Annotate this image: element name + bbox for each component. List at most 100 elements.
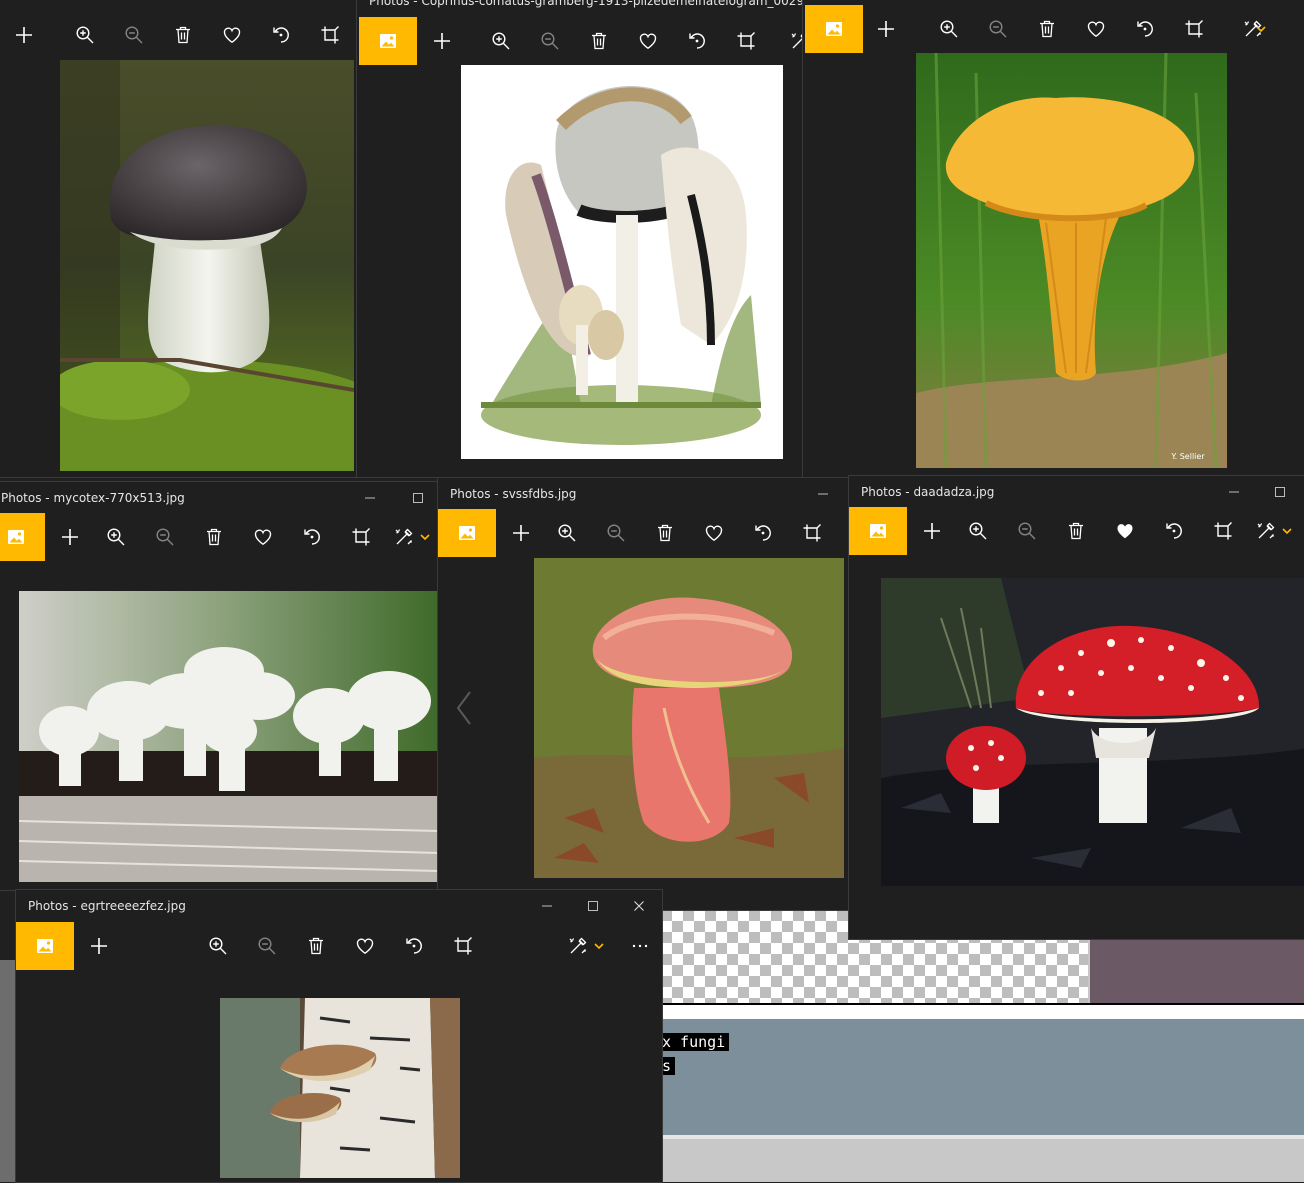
maximize-button[interactable] bbox=[1257, 476, 1303, 508]
zoom-out-button[interactable] bbox=[1002, 507, 1051, 555]
crop-icon bbox=[453, 936, 473, 956]
previous-photo-button[interactable] bbox=[452, 688, 476, 728]
gallery-icon bbox=[6, 527, 26, 547]
photo-chanterelle: Y. Sellier bbox=[916, 53, 1227, 468]
maximize-icon bbox=[412, 492, 424, 504]
rotate-button[interactable] bbox=[256, 11, 305, 59]
favorite-button[interactable] bbox=[207, 11, 256, 59]
favorite-button[interactable] bbox=[238, 513, 287, 561]
gallery-button[interactable] bbox=[849, 507, 907, 555]
photos-window-3: Y. Sellier bbox=[802, 0, 1304, 478]
zoom-out-button[interactable] bbox=[591, 509, 640, 557]
zoom-in-button[interactable] bbox=[60, 11, 109, 59]
zoom-in-icon bbox=[75, 25, 95, 45]
add-button[interactable] bbox=[417, 17, 466, 65]
gallery-icon bbox=[824, 19, 844, 39]
delete-button[interactable] bbox=[158, 11, 207, 59]
zoom-out-button[interactable] bbox=[140, 513, 189, 561]
zoom-in-icon bbox=[208, 936, 228, 956]
rotate-button[interactable] bbox=[1120, 5, 1169, 53]
delete-button[interactable] bbox=[640, 509, 689, 557]
crop-button[interactable] bbox=[336, 513, 385, 561]
zoom-in-button[interactable] bbox=[91, 513, 140, 561]
delete-button[interactable] bbox=[291, 922, 340, 970]
zoom-in-button[interactable] bbox=[542, 509, 591, 557]
add-button[interactable] bbox=[0, 11, 48, 59]
edit-icon bbox=[1256, 521, 1276, 541]
add-button[interactable] bbox=[496, 509, 545, 557]
add-button[interactable] bbox=[907, 507, 956, 555]
minimize-button[interactable] bbox=[347, 482, 393, 514]
rotate-button[interactable] bbox=[287, 513, 336, 561]
zoom-out-icon bbox=[540, 31, 560, 51]
add-button[interactable] bbox=[861, 5, 910, 53]
minimize-button[interactable] bbox=[800, 478, 846, 510]
maximize-icon bbox=[587, 900, 599, 912]
zoom-out-button[interactable] bbox=[525, 17, 574, 65]
delete-button[interactable] bbox=[574, 17, 623, 65]
add-button[interactable] bbox=[74, 922, 123, 970]
rotate-icon bbox=[302, 527, 322, 547]
favorite-icon bbox=[638, 31, 658, 51]
gallery-icon bbox=[35, 936, 55, 956]
zoom-in-button[interactable] bbox=[953, 507, 1002, 555]
zoom-out-button[interactable] bbox=[109, 11, 158, 59]
edit-dropdown-button[interactable] bbox=[1277, 507, 1297, 555]
crop-button[interactable] bbox=[438, 922, 487, 970]
zoom-out-button[interactable] bbox=[973, 5, 1022, 53]
gallery-button[interactable] bbox=[359, 17, 417, 65]
add-button[interactable] bbox=[45, 513, 94, 561]
favorite-button[interactable] bbox=[340, 922, 389, 970]
edit-icon bbox=[568, 936, 588, 956]
favorite-button[interactable] bbox=[1071, 5, 1120, 53]
rotate-button[interactable] bbox=[738, 509, 787, 557]
gallery-icon bbox=[457, 523, 477, 543]
crop-button[interactable] bbox=[787, 509, 836, 557]
titlebar: Photos - mycotex-770x513.jpg bbox=[0, 482, 439, 514]
maximize-button[interactable] bbox=[395, 482, 440, 514]
crop-button[interactable] bbox=[721, 17, 770, 65]
add-icon bbox=[876, 19, 896, 39]
crop-button[interactable] bbox=[1198, 507, 1247, 555]
favorite-filled-icon bbox=[1115, 521, 1135, 541]
delete-icon bbox=[204, 527, 224, 547]
delete-button[interactable] bbox=[1022, 5, 1071, 53]
photo-shaggy-ink-cap bbox=[461, 65, 783, 459]
photos-window-2: Photos - Coprinus-comatus-gramberg-1913-… bbox=[356, 0, 808, 478]
photos-window-5: Photos - svssfdbs.jpg bbox=[437, 477, 851, 911]
delete-icon bbox=[306, 936, 326, 956]
zoom-in-button[interactable] bbox=[924, 5, 973, 53]
delete-button[interactable] bbox=[189, 513, 238, 561]
close-button[interactable] bbox=[616, 890, 662, 922]
minimize-button[interactable] bbox=[524, 890, 570, 922]
edit-dropdown-button[interactable] bbox=[589, 922, 609, 970]
crop-button[interactable] bbox=[305, 11, 354, 59]
crop-button[interactable] bbox=[1169, 5, 1218, 53]
minimize-icon bbox=[541, 900, 553, 912]
gallery-button[interactable] bbox=[805, 5, 863, 53]
zoom-out-icon bbox=[257, 936, 277, 956]
rotate-button[interactable] bbox=[389, 922, 438, 970]
favorite-button[interactable] bbox=[623, 17, 672, 65]
minimize-button[interactable] bbox=[1211, 476, 1257, 508]
favorite-button[interactable] bbox=[1100, 507, 1149, 555]
delete-button[interactable] bbox=[1051, 507, 1100, 555]
gallery-button[interactable] bbox=[438, 509, 496, 557]
rotate-button[interactable] bbox=[1149, 507, 1198, 555]
edit-dropdown-button[interactable] bbox=[415, 513, 435, 561]
maximize-button[interactable] bbox=[570, 890, 616, 922]
toolbar bbox=[849, 507, 1304, 555]
gallery-button[interactable] bbox=[0, 513, 45, 561]
zoom-in-icon bbox=[106, 527, 126, 547]
zoom-in-button[interactable] bbox=[193, 922, 242, 970]
rotate-button[interactable] bbox=[672, 17, 721, 65]
favorite-button[interactable] bbox=[689, 509, 738, 557]
rotate-icon bbox=[271, 25, 291, 45]
photos-window-7: Photos - egrtreeeezfez.jpg bbox=[15, 889, 663, 1183]
gallery-button[interactable] bbox=[16, 922, 74, 970]
edit-dropdown-button[interactable] bbox=[1251, 5, 1271, 53]
zoom-in-button[interactable] bbox=[476, 17, 525, 65]
more-button[interactable] bbox=[615, 922, 663, 970]
zoom-out-button[interactable] bbox=[242, 922, 291, 970]
photo-credit: Y. Sellier bbox=[1170, 452, 1205, 461]
